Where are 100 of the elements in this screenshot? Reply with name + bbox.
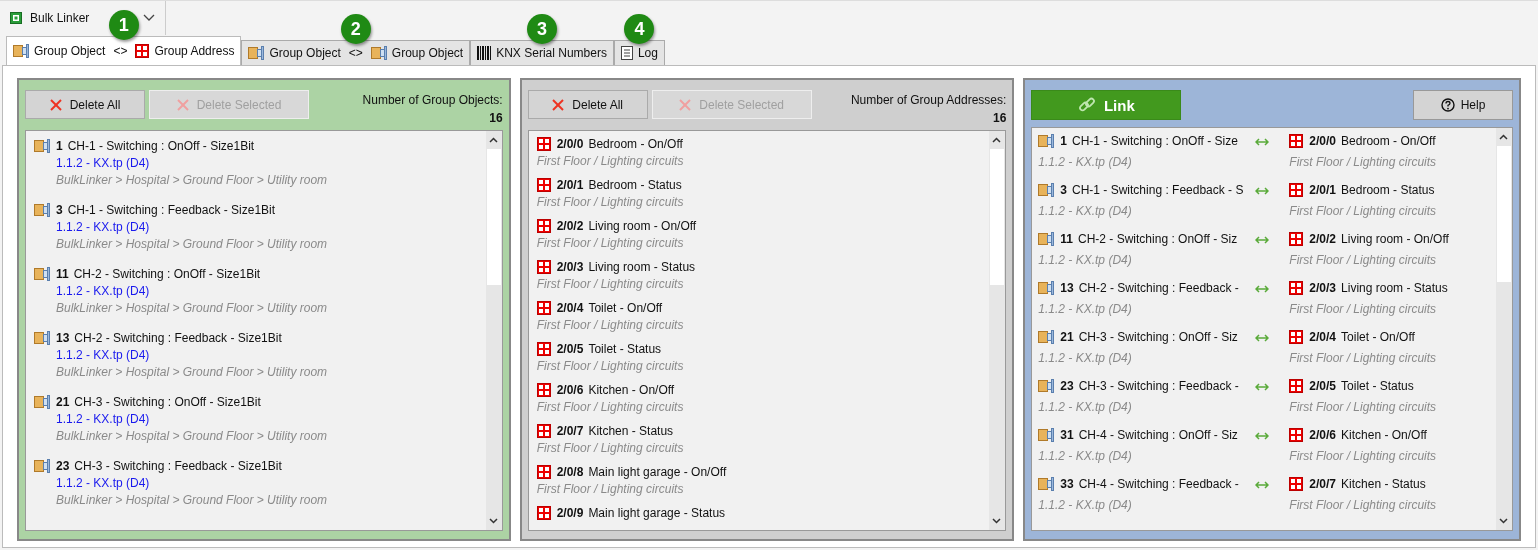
group-object-icon xyxy=(34,331,50,345)
object-number: 13 xyxy=(56,331,70,345)
object-number: 3 xyxy=(1060,183,1068,197)
object-name[interactable]: CH-1 - Switching : OnOff - Size1Bit xyxy=(67,139,255,153)
object-name[interactable]: CH-3 - Switching : OnOff - Size1Bit xyxy=(74,395,261,409)
step-badge: 3 xyxy=(527,14,558,44)
object-number: 31 xyxy=(1060,428,1074,442)
object-name[interactable]: CH-4 - Switching : Feedback - xyxy=(1078,477,1239,491)
device-link[interactable]: 1.1.2 - KX.tp (D4) xyxy=(34,476,478,490)
count-label: Number of Group Objects: xyxy=(362,93,503,107)
cross-icon xyxy=(176,98,189,111)
address-path: First Floor / Lighting circuits xyxy=(1289,204,1437,218)
device-name: 1.1.2 - KX.tp (D4) xyxy=(1038,302,1133,316)
address-name[interactable]: Toilet - On/Off xyxy=(1341,330,1415,344)
address-name[interactable]: Kitchen - Status xyxy=(588,424,674,438)
address-path: First Floor / Lighting circuits xyxy=(1289,498,1437,512)
tab[interactable]: Group Object <> Group Object xyxy=(241,40,471,65)
object-name[interactable]: CH-3 - Switching : Feedback - Size1Bit xyxy=(74,459,282,473)
object-name[interactable]: CH-4 - Switching : OnOff - Siz xyxy=(1078,428,1238,442)
address-name[interactable]: Toilet - Status xyxy=(588,342,662,356)
scrollbar[interactable] xyxy=(989,131,1006,530)
device-link[interactable]: 1.1.2 - KX.tp (D4) xyxy=(34,412,478,426)
address-number: 2/0/4 xyxy=(1309,330,1337,344)
object-name[interactable]: CH-1 - Switching : Feedback - S xyxy=(1072,183,1244,197)
address-name[interactable]: Toilet - Status xyxy=(1341,379,1414,393)
object-name[interactable]: CH-2 - Switching : Feedback - xyxy=(1078,281,1239,295)
group-address-icon xyxy=(1289,428,1304,442)
device-link[interactable]: 1.1.2 - KX.tp (D4) xyxy=(34,284,478,298)
scroll-down-icon xyxy=(992,518,1002,524)
group-address-icon xyxy=(536,178,551,192)
device-link[interactable]: 1.1.2 - KX.tp (D4) xyxy=(34,156,478,170)
tab[interactable]: Log xyxy=(613,40,665,65)
object-name[interactable]: CH-2 - Switching : OnOff - Size1Bit xyxy=(73,267,261,281)
help-button[interactable]: Help xyxy=(1413,90,1513,120)
device-name: 1.1.2 - KX.tp (D4) xyxy=(1038,253,1133,267)
double-arrow-icon xyxy=(1255,481,1270,489)
address-path: First Floor / Lighting circuits xyxy=(1289,155,1437,169)
object-name[interactable]: CH-2 - Switching : OnOff - Siz xyxy=(1078,232,1238,246)
delete-button[interactable]: Delete All xyxy=(527,90,648,119)
step-badge: 2 xyxy=(340,14,371,44)
address-number: 2/0/5 xyxy=(1309,379,1337,393)
object-name[interactable]: CH-1 - Switching : Feedback - Size1Bit xyxy=(67,203,276,217)
cross-icon xyxy=(679,98,692,111)
delete-button[interactable]: Delete All xyxy=(25,90,145,119)
object-name[interactable]: CH-3 - Switching : OnOff - Siz xyxy=(1078,330,1238,344)
address-name[interactable]: Kitchen - On/Off xyxy=(588,383,675,397)
address-name[interactable]: Main light garage - On/Off xyxy=(588,465,727,479)
object-number: 21 xyxy=(1060,330,1074,344)
address-number: 2/0/3 xyxy=(556,260,584,274)
group-object-icon xyxy=(34,139,50,153)
link-button[interactable]: Link xyxy=(1031,90,1182,120)
object-number: 13 xyxy=(1060,281,1074,295)
object-name[interactable]: CH-2 - Switching : Feedback - Size1Bit xyxy=(74,331,282,345)
chevron-down-icon xyxy=(143,14,155,22)
address-name[interactable]: Living room - On/Off xyxy=(588,219,697,233)
group-object-icon xyxy=(1038,183,1055,197)
double-arrow-icon xyxy=(1255,138,1270,146)
address-name[interactable]: Kitchen - On/Off xyxy=(1341,428,1427,442)
group-address-icon xyxy=(536,424,551,438)
device-name: 1.1.2 - KX.tp (D4) xyxy=(1038,449,1133,463)
address-name[interactable]: Bedroom - On/Off xyxy=(588,137,683,151)
address-name[interactable]: Living room - Status xyxy=(1341,281,1448,295)
address-name[interactable]: Living room - Status xyxy=(588,260,696,274)
group-object-icon xyxy=(1038,477,1055,491)
device-link[interactable]: 1.1.2 - KX.tp (D4) xyxy=(34,348,478,362)
object-number: 33 xyxy=(1060,477,1074,491)
scrollbar[interactable] xyxy=(485,131,502,530)
address-path: First Floor / Lighting circuits xyxy=(1289,253,1438,267)
address-name[interactable]: Bedroom - On/Off xyxy=(1341,134,1436,148)
device-name: 1.1.2 - KX.tp (D4) xyxy=(1038,498,1133,512)
device-link[interactable]: 1.1.2 - KX.tp (D4) xyxy=(34,220,478,234)
object-path: BulkLinker > Hospital > Ground Floor > Utility room xyxy=(55,429,329,443)
device-name: 1.1.2 - KX.tp (D4) xyxy=(1038,351,1133,365)
address-number: 2/0/7 xyxy=(1309,477,1337,491)
double-arrow-icon xyxy=(1255,187,1270,195)
device-name: 1.1.2 - KX.tp (D4) xyxy=(1038,204,1133,218)
address-path: First Floor / Lighting circuits xyxy=(536,318,685,332)
tab[interactable]: KNX Serial Numbers xyxy=(470,40,614,65)
address-name[interactable]: Main light garage - Status xyxy=(588,506,726,520)
tab[interactable]: Group Object <> Group Address xyxy=(6,36,242,65)
address-number: 2/0/8 xyxy=(556,465,584,479)
double-arrow-icon xyxy=(1255,432,1270,440)
address-name[interactable]: Bedroom - Status xyxy=(588,178,682,192)
address-name[interactable]: Toilet - On/Off xyxy=(588,301,663,315)
scroll-up-icon xyxy=(488,137,498,143)
object-name[interactable]: CH-3 - Switching : Feedback - xyxy=(1078,379,1239,393)
group-address-icon xyxy=(135,44,150,58)
group-address-icon xyxy=(536,219,551,233)
address-name[interactable]: Kitchen - Status xyxy=(1341,477,1426,491)
group-address-icon xyxy=(1289,281,1304,295)
group-address-icon xyxy=(1289,232,1304,246)
address-path: First Floor / Lighting circuits xyxy=(536,400,685,414)
group-address-icon xyxy=(536,465,551,479)
group-object-icon xyxy=(1038,428,1055,442)
address-name[interactable]: Bedroom - Status xyxy=(1341,183,1435,197)
address-path: First Floor / Lighting circuits xyxy=(536,441,685,455)
object-name[interactable]: CH-1 - Switching : OnOff - Size xyxy=(1072,134,1238,148)
scrollbar[interactable] xyxy=(1496,128,1512,530)
cross-icon xyxy=(552,98,565,111)
address-name[interactable]: Living room - On/Off xyxy=(1341,232,1449,246)
